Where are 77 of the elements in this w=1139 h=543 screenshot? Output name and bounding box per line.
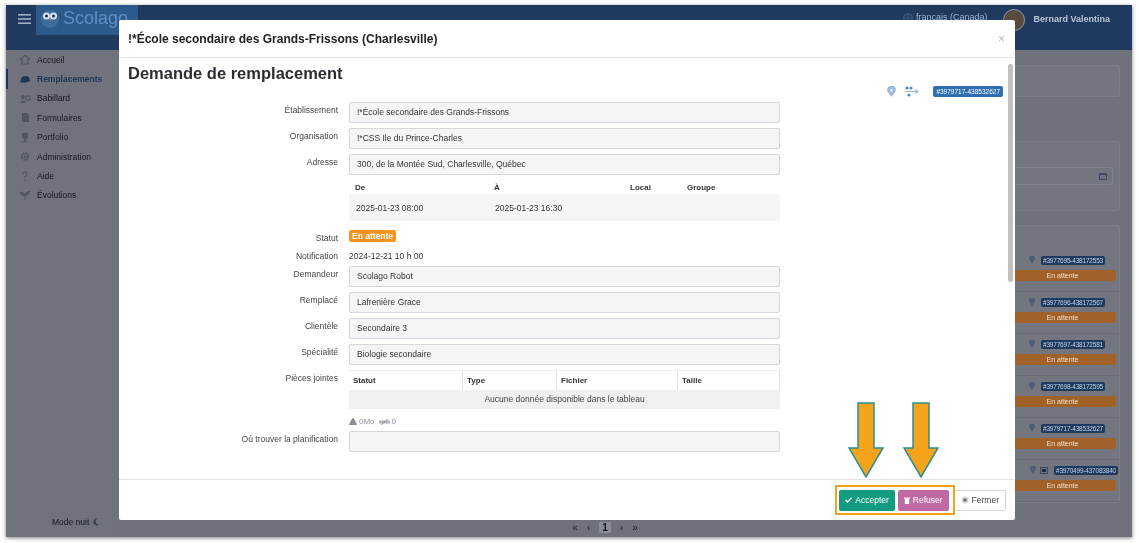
scrollbar-thumb[interactable] — [1008, 64, 1013, 282]
text-field[interactable]: !*École secondaire des Grands-Frissons — [349, 102, 780, 123]
text-field[interactable]: 300, de la Montée Sud, Charlesville, Québec — [349, 154, 780, 175]
night-mode-toggle[interactable]: Mode nuit — [52, 517, 90, 527]
user-name[interactable]: Bernard Valentina — [1033, 14, 1110, 24]
column-header: À — [493, 182, 501, 192]
sidebar-item[interactable]: Accueil — [6, 50, 118, 70]
map-pin-icon[interactable] — [1029, 298, 1035, 306]
language-selector[interactable]: français (Canada) — [915, 12, 988, 23]
dialog-title: !*École secondaire des Grands-Frissons (Charlesville) — [128, 31, 438, 46]
close-button[interactable]: Fermer — [953, 489, 1006, 511]
map-pin-icon[interactable] — [1029, 340, 1035, 348]
total-size: 0Mo — [359, 417, 375, 426]
text-field[interactable] — [349, 431, 780, 452]
plant-icon — [19, 189, 31, 201]
map-pin-icon[interactable] — [1029, 256, 1035, 264]
text-field[interactable]: Scolago Robot — [349, 266, 780, 287]
text-field[interactable]: Biologie secondaire — [349, 344, 780, 365]
field-label: Statut — [314, 232, 338, 243]
sidebar-item[interactable]: Formulaires — [6, 108, 118, 128]
table-cell-text: 2025-01-23 08:00 — [355, 202, 425, 213]
map-pin-icon[interactable] — [887, 85, 897, 97]
file-count: 0 — [391, 417, 396, 426]
first-page-link[interactable]: « — [572, 521, 578, 533]
menu-icon[interactable] — [18, 14, 31, 24]
field-label: Adresse — [305, 156, 338, 167]
gear-icon — [19, 151, 31, 163]
notification-value: 2024-12-21 10 h 00 — [349, 250, 424, 261]
sidebar-item[interactable]: Aide — [6, 166, 118, 186]
trash-icon — [903, 496, 910, 504]
image-icon[interactable] — [1040, 466, 1048, 474]
last-page-link[interactable]: » — [632, 521, 638, 533]
field-label: Établissement — [283, 104, 338, 115]
calendar-icon[interactable] — [1099, 172, 1107, 180]
circle-icon — [960, 496, 969, 504]
trophy-icon — [19, 131, 31, 143]
field-label: Clientèle — [303, 320, 338, 331]
table-cell-text: 2025-01-23 16:30 — [494, 202, 564, 213]
column-header: Local — [629, 182, 652, 192]
doc-icon — [19, 112, 31, 124]
column-header: Groupe — [686, 182, 717, 192]
sidebar-item[interactable]: Babillard — [6, 88, 118, 109]
text-field[interactable]: Lafrenière Grace — [349, 292, 780, 313]
close-button[interactable]: × — [998, 31, 1005, 46]
checkmark-icon — [845, 497, 853, 503]
globe-icon — [902, 13, 913, 23]
field-label: Spécialité — [300, 346, 338, 357]
workflow-icon[interactable] — [905, 85, 921, 97]
map-pin-icon[interactable] — [1029, 424, 1035, 432]
sidebar-item[interactable]: Administration — [6, 146, 118, 167]
moon-icon[interactable] — [93, 518, 101, 526]
text-field[interactable]: Secondaire 3 — [349, 318, 780, 339]
board-icon — [19, 92, 31, 104]
map-pin-icon[interactable] — [1030, 466, 1036, 474]
field-label: Pièces jointes — [284, 372, 338, 383]
weight-icon — [349, 418, 357, 425]
map-pin-icon[interactable] — [1029, 382, 1035, 390]
field-label: Remplacé — [298, 294, 338, 305]
status-badge: En attente — [349, 230, 397, 242]
page-link[interactable]: 1 — [599, 521, 611, 533]
accept-button[interactable]: Accepter — [839, 489, 895, 511]
sidebar-item[interactable]: Portfolio — [6, 127, 118, 147]
next-page-link[interactable]: › — [619, 521, 624, 533]
field-label: Où trouver la planification — [240, 433, 338, 444]
sidebar-item[interactable]: Évolutions — [6, 185, 118, 206]
empty-table-message: Aucune donnée disponible dans le tableau — [349, 390, 780, 409]
refuse-button[interactable]: Refuser — [897, 489, 949, 511]
field-label: Notification — [294, 250, 338, 261]
dialog-heading: Demande de remplacement — [128, 64, 343, 82]
help-icon — [19, 170, 31, 182]
previous-page-link[interactable]: ‹ — [586, 521, 591, 533]
text-field[interactable]: !*CSS Ile du Prince-Charles — [349, 128, 780, 149]
owl-logo-icon — [40, 8, 60, 28]
field-label: Organisation — [288, 130, 338, 141]
column-header: De — [354, 182, 367, 192]
home-icon — [19, 54, 31, 66]
field-label: Demandeur — [292, 268, 338, 279]
